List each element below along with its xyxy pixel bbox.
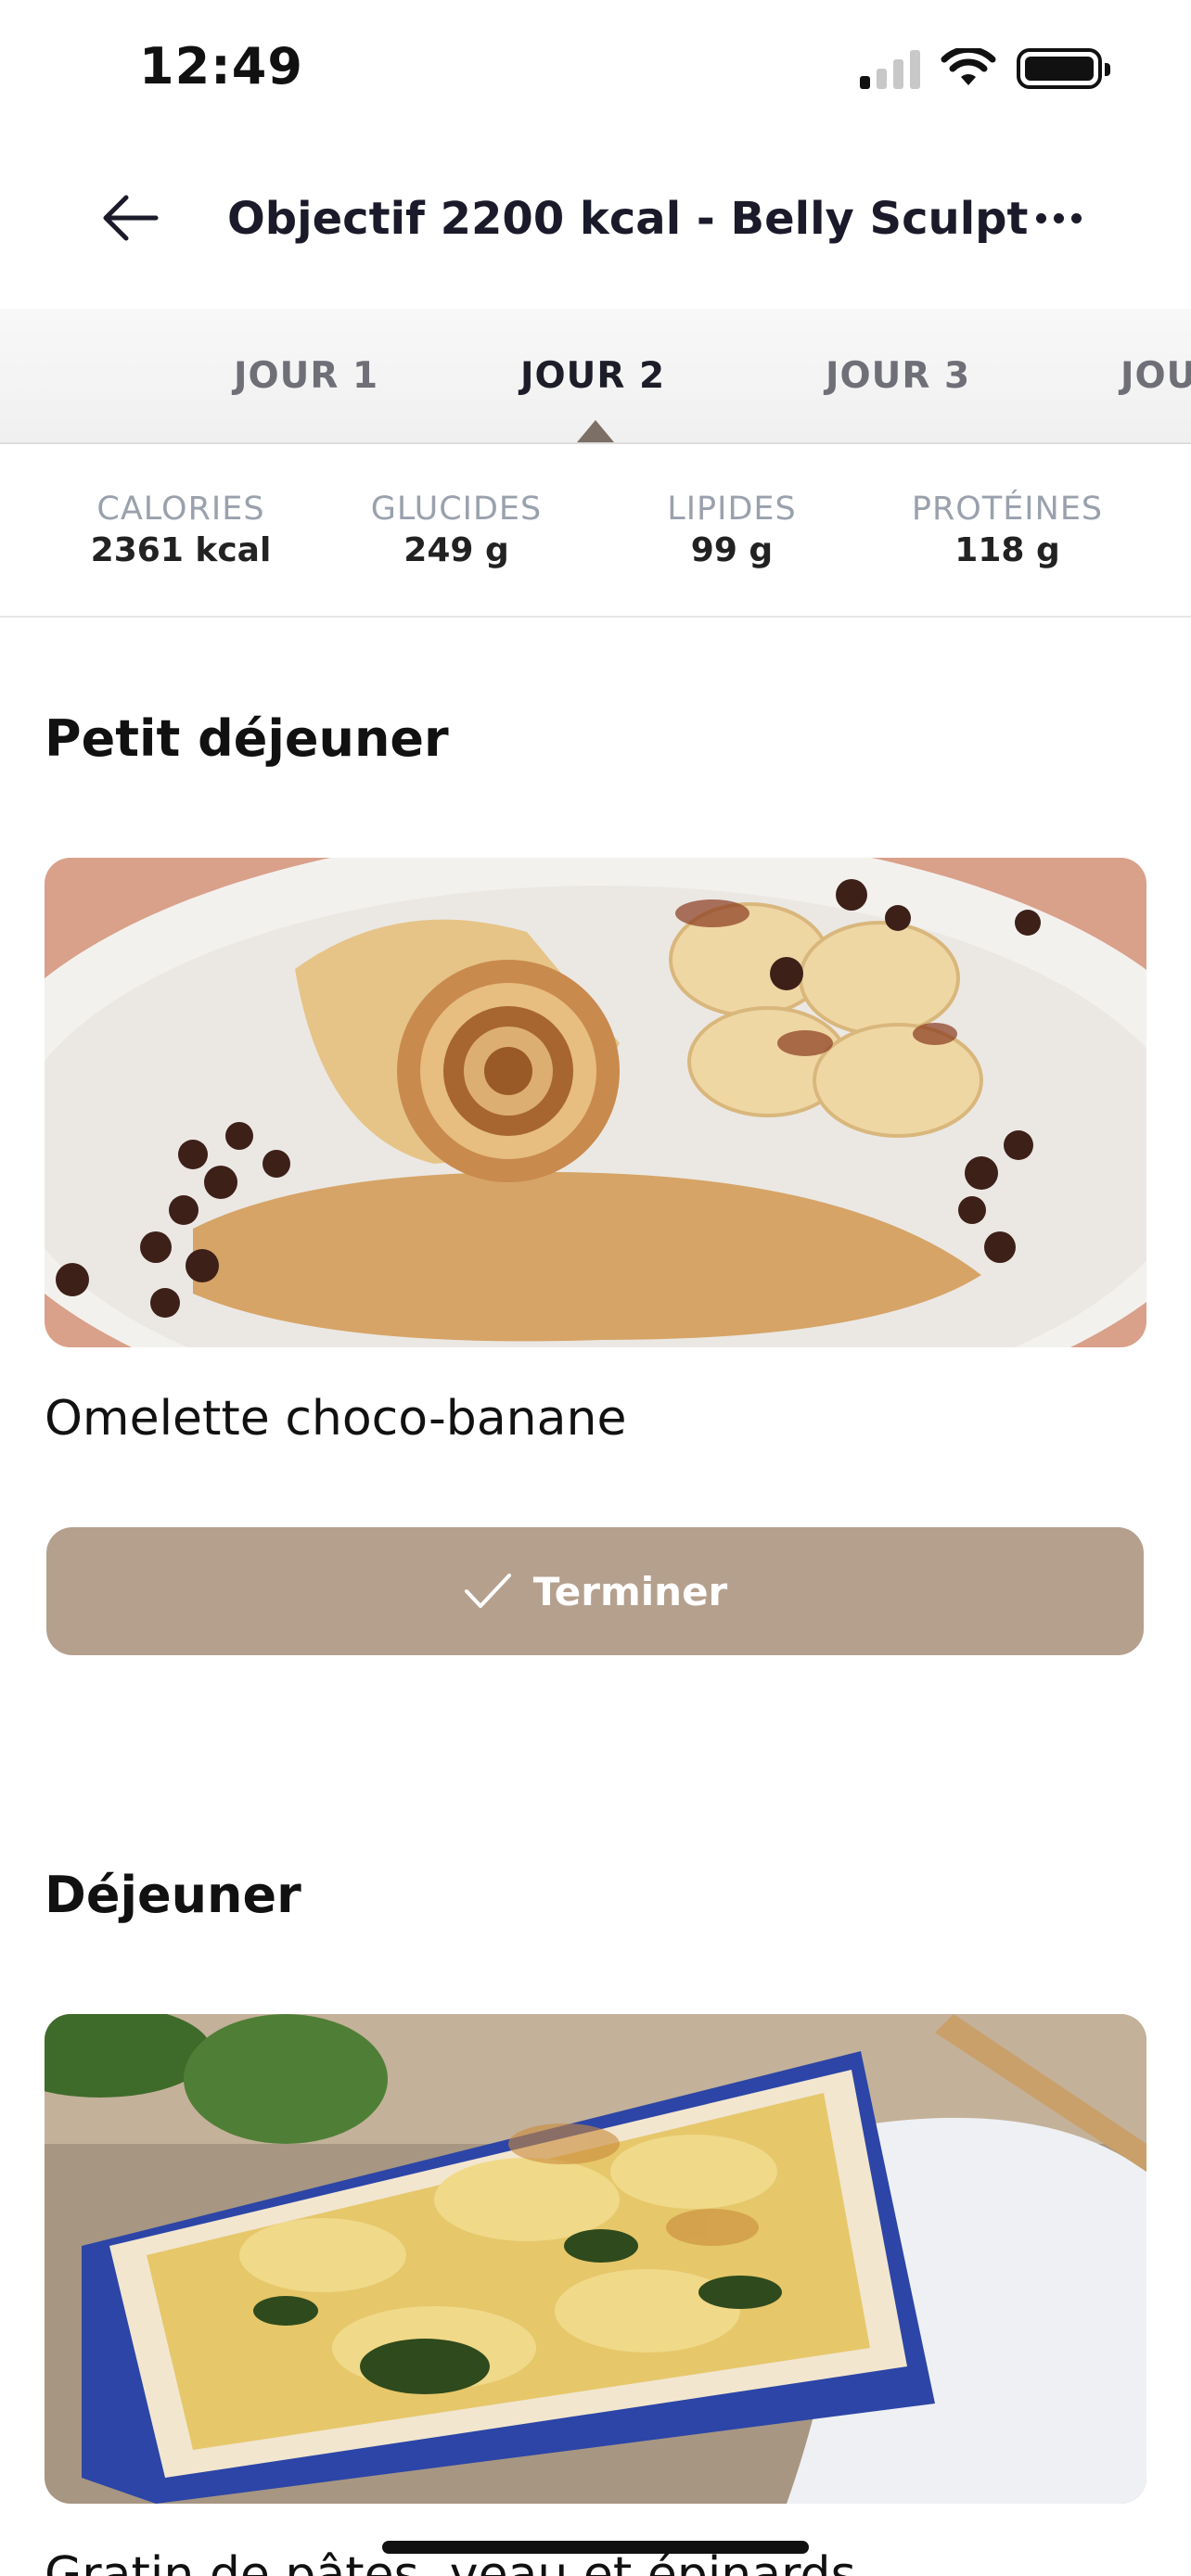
section-title-breakfast: Petit déjeuner [45, 709, 449, 768]
tab-jour-1[interactable]: JOUR 1 [234, 355, 378, 397]
macro-value: 2361 kcal [90, 531, 272, 569]
macro-glucides: GLUCIDES 249 g [345, 491, 568, 569]
macro-label: GLUCIDES [370, 491, 543, 528]
more-options-button[interactable] [1026, 195, 1091, 241]
tab-jour-2[interactable]: JOUR 2 [520, 355, 665, 397]
macro-value: 118 g [954, 531, 1060, 569]
active-tab-caret [577, 420, 614, 442]
pasta-gratin-image [45, 2014, 1146, 2504]
cellular-signal-icon [860, 48, 920, 89]
status-time: 12:49 [139, 37, 303, 96]
finish-button[interactable]: Terminer [46, 1527, 1144, 1655]
macro-value: 99 g [690, 531, 774, 569]
macro-label: LIPIDES [667, 491, 797, 528]
section-title-lunch: Déjeuner [45, 1866, 301, 1924]
tab-jour-3[interactable]: JOUR 3 [826, 355, 970, 397]
day-tabs: JOUR 1 JOUR 2 JOUR 3 JOUR 4 [0, 309, 1191, 444]
crepe-banana-image [45, 858, 1146, 1347]
status-bar: 12:49 [0, 0, 1191, 139]
page-title: Objectif 2200 kcal - Belly Sculpt [227, 193, 1029, 245]
finish-button-label: Terminer [532, 1568, 728, 1614]
arrow-left-icon [103, 195, 159, 241]
app-header: Objectif 2200 kcal - Belly Sculpt [0, 158, 1191, 278]
macro-calories: CALORIES 2361 kcal [70, 491, 292, 569]
back-button[interactable] [93, 185, 167, 250]
macro-value: 249 g [403, 531, 509, 569]
meal-photo-lunch[interactable] [45, 2014, 1146, 2504]
home-indicator[interactable] [382, 2541, 809, 2554]
macro-label: PROTÉINES [911, 491, 1104, 528]
status-icons [860, 48, 1110, 89]
macro-label: CALORIES [96, 491, 265, 528]
tab-jour-4[interactable]: JOUR 4 [1121, 355, 1191, 397]
checkmark-icon [464, 1574, 511, 1608]
macro-proteines: PROTÉINES 118 g [896, 491, 1119, 569]
meal-photo-breakfast[interactable] [45, 858, 1146, 1347]
macro-lipides: LIPIDES 99 g [621, 491, 843, 569]
wifi-icon [941, 48, 996, 85]
meal-name-breakfast[interactable]: Omelette choco-banane [45, 1391, 626, 1447]
battery-icon [1017, 48, 1110, 89]
more-dots-icon [1035, 212, 1046, 223]
macros-summary: CALORIES 2361 kcal GLUCIDES 249 g LIPIDE… [0, 444, 1191, 618]
